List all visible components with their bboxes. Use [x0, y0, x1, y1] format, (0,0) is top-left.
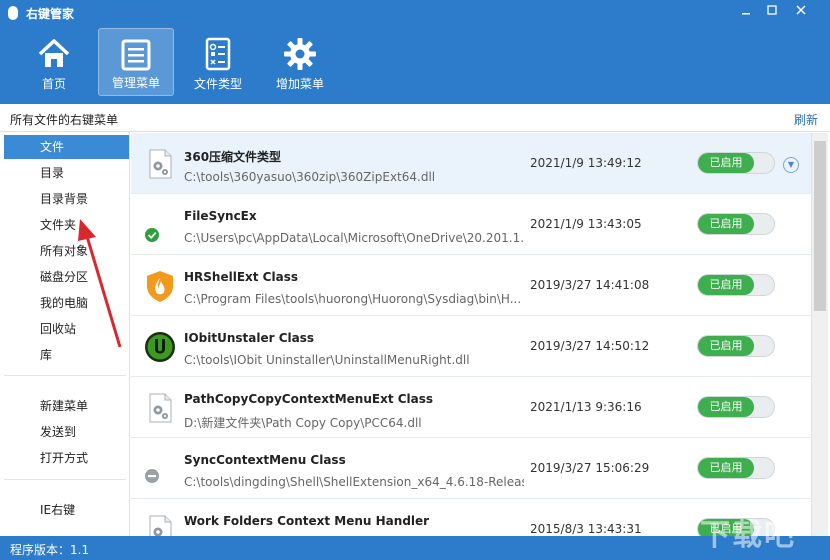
- green-check-icon: [145, 228, 159, 242]
- toggle-status: 已启用: [698, 153, 754, 173]
- entry-time: 2021/1/9 13:43:05: [530, 217, 642, 231]
- list-item[interactable]: 360压缩文件类型 C:\tools\360yasuo\360zip\360Zi…: [131, 133, 811, 194]
- entry-time: 2019/3/27 14:50:12: [530, 339, 650, 353]
- toggle-status: 已启用: [698, 397, 754, 417]
- enable-toggle[interactable]: 已启用: [697, 213, 775, 235]
- dll-gear-icon: [149, 393, 172, 423]
- entry-path: C:\tools\IObit Uninstaller\UninstallMenu…: [184, 353, 470, 367]
- app-logo-icon: [8, 6, 18, 20]
- list-scrollbar[interactable]: [811, 133, 828, 536]
- dll-gear-icon: [149, 149, 172, 179]
- entry-name: Work Folders Context Menu Handler: [184, 514, 430, 528]
- title-bar: 右键管家: [0, 0, 830, 26]
- enable-toggle[interactable]: 已启用: [697, 274, 775, 296]
- list-item[interactable]: IObitUnstaler Class C:\tools\IObit Unins…: [131, 316, 811, 377]
- entry-time: 2015/8/3 13:43:31: [530, 522, 642, 536]
- breadcrumb: 所有文件的右键菜单 刷新: [0, 104, 830, 132]
- toggle-status: 已启用: [698, 336, 754, 356]
- sidebar-item-send-to[interactable]: 发送到: [4, 420, 129, 444]
- enable-toggle[interactable]: 已启用: [697, 457, 775, 479]
- toolbar-file-type[interactable]: 文件类型: [180, 28, 256, 96]
- enable-toggle[interactable]: 已启用: [697, 396, 775, 418]
- list-item[interactable]: SyncContextMenu Class C:\tools\dingding\…: [131, 438, 811, 499]
- toolbar-add-menu-label: 增加菜单: [275, 77, 324, 91]
- refresh-link[interactable]: 刷新: [794, 111, 818, 128]
- sidebar-item-directory[interactable]: 目录: [4, 161, 129, 185]
- toggle-status: 已启用: [698, 458, 754, 478]
- sidebar-item-ie-context[interactable]: IE右键: [4, 498, 129, 522]
- toolbar-file-type-label: 文件类型: [193, 77, 242, 91]
- menu-list-icon: [121, 39, 151, 71]
- sidebar-item-file[interactable]: 文件: [4, 135, 129, 159]
- version-text: 程序版本：1.1: [10, 543, 90, 557]
- home-icon: [38, 39, 70, 67]
- entry-path: C:\Users\pc\AppData\Local\Microsoft\OneD…: [184, 231, 524, 245]
- entry-name: IObitUnstaler Class: [184, 331, 315, 345]
- sidebar-divider: [4, 479, 126, 480]
- minus-circle-icon: [145, 469, 159, 483]
- menu-entry-list: 360压缩文件类型 C:\tools\360yasuo\360zip\360Zi…: [131, 133, 811, 536]
- file-type-icon: [205, 37, 231, 71]
- entry-time: 2021/1/9 13:49:12: [530, 156, 642, 170]
- huorong-shield-icon: [147, 271, 173, 302]
- entry-path: C:\tools\360yasuo\360zip\360ZipExt64.dll: [184, 170, 436, 184]
- entry-path: C:\tools\dingding\Shell\ShellExtension_x…: [184, 475, 524, 489]
- dll-gear-icon: [149, 515, 172, 536]
- entry-name: 360压缩文件类型: [184, 150, 282, 164]
- entry-name: PathCopyCopyContextMenuExt Class: [184, 392, 434, 406]
- list-item[interactable]: HRShellExt Class C:\Program Files\tools\…: [131, 255, 811, 316]
- app-header: 右键管家 首页 管理菜单 文件类型 增加菜单: [0, 0, 830, 104]
- annotation-arrow-icon: [78, 219, 122, 348]
- minimize-button[interactable]: [734, 3, 758, 21]
- chevron-down-icon[interactable]: ▼: [783, 157, 799, 173]
- entry-path: D:\新建文件夹\Path Copy Copy\PCC64.dll: [184, 416, 422, 430]
- app-title: 右键管家: [26, 7, 75, 21]
- sidebar-item-open-with[interactable]: 打开方式: [4, 446, 129, 470]
- toolbar-add-menu[interactable]: 增加菜单: [262, 28, 338, 96]
- entry-name: SyncContextMenu Class: [184, 453, 346, 467]
- scrollbar-thumb[interactable]: [814, 141, 826, 311]
- close-button[interactable]: [789, 3, 813, 21]
- toolbar-home[interactable]: 首页: [16, 28, 92, 96]
- watermark: 下载吧: [700, 518, 796, 553]
- enable-toggle[interactable]: 已启用: [697, 152, 775, 174]
- list-item[interactable]: PathCopyCopyContextMenuExt Class D:\新建文件…: [131, 377, 811, 438]
- breadcrumb-text: 所有文件的右键菜单: [10, 113, 119, 127]
- toggle-status: 已启用: [698, 275, 754, 295]
- gear-icon: [284, 38, 316, 70]
- toolbar-manage-menu[interactable]: 管理菜单: [98, 28, 174, 96]
- toggle-status: 已启用: [698, 214, 754, 234]
- sidebar-item-directory-background[interactable]: 目录背景: [4, 187, 129, 211]
- sidebar-divider: [4, 375, 126, 376]
- list-item[interactable]: FileSyncEx C:\Users\pc\AppData\Local\Mic…: [131, 194, 811, 255]
- sidebar-item-new-menu[interactable]: 新建菜单: [4, 394, 129, 418]
- maximize-button[interactable]: [760, 3, 784, 21]
- entry-name: FileSyncEx: [184, 209, 257, 223]
- entry-name: HRShellExt Class: [184, 270, 298, 284]
- toolbar-home-label: 首页: [41, 77, 66, 91]
- enable-toggle[interactable]: 已启用: [697, 335, 775, 357]
- iobit-uninstaller-icon: [145, 332, 175, 362]
- entry-path: C:\Program Files\tools\huorong\Huorong\S…: [184, 292, 522, 306]
- toolbar-manage-menu-label: 管理菜单: [111, 76, 160, 90]
- entry-time: 2019/3/27 15:06:29: [530, 461, 650, 475]
- entry-time: 2021/1/13 9:36:16: [530, 400, 642, 414]
- entry-time: 2019/3/27 14:41:08: [530, 278, 650, 292]
